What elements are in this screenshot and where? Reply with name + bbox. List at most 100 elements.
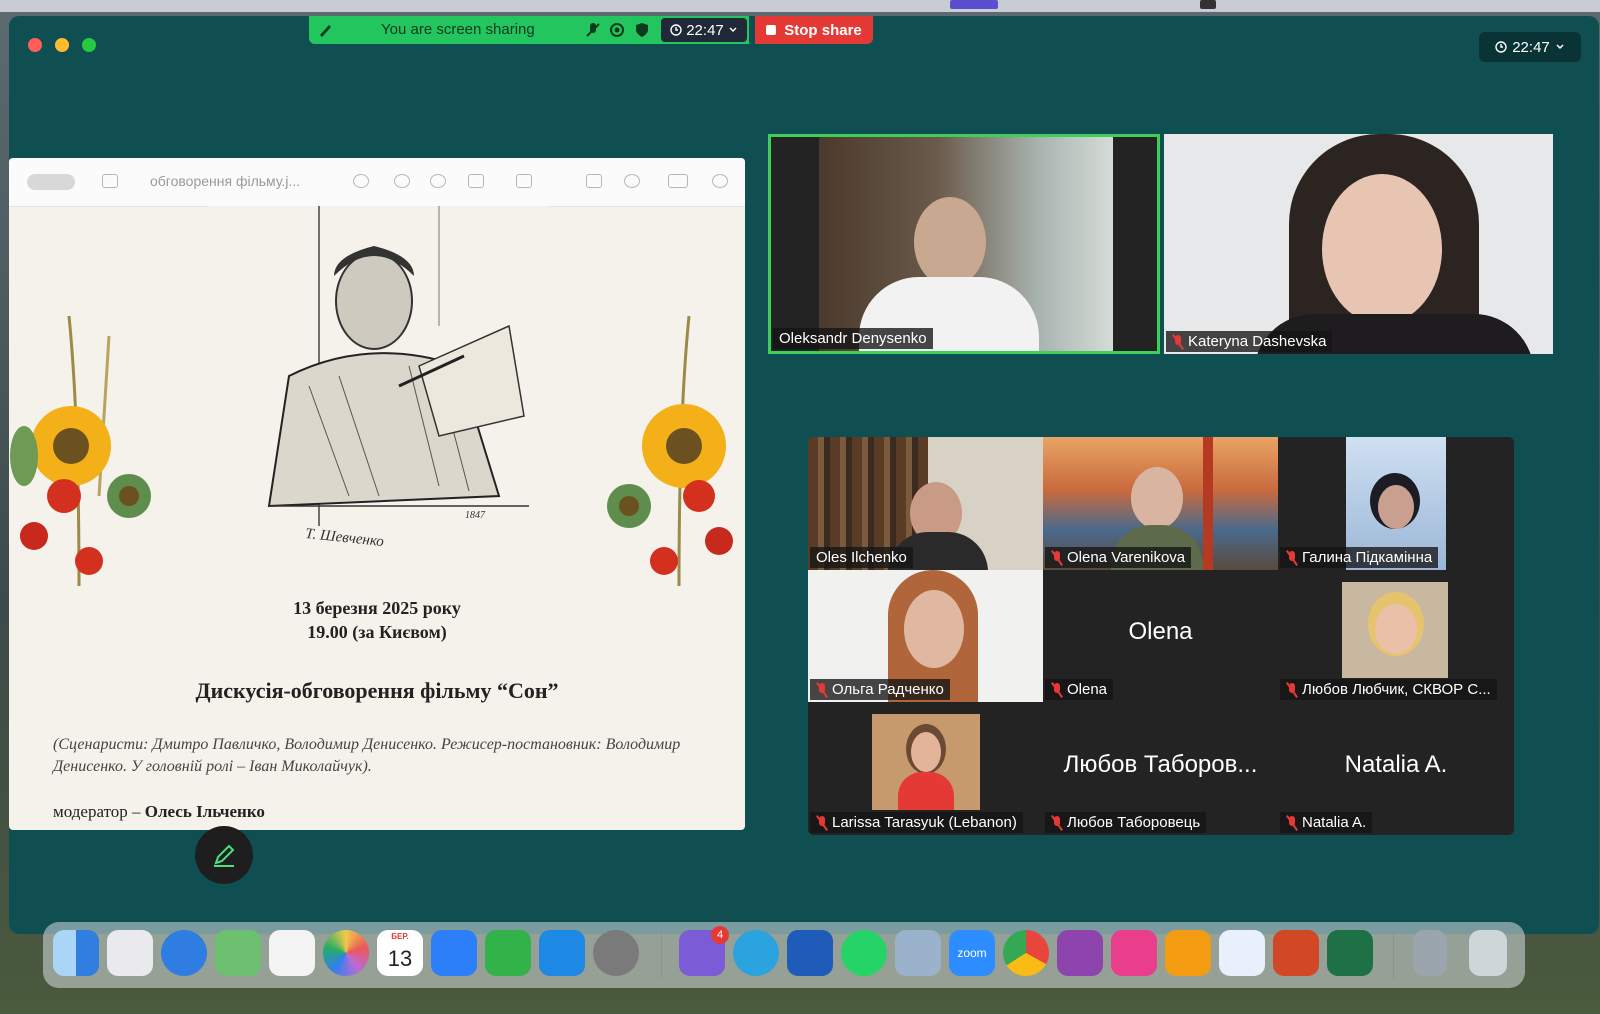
muted-mic-icon[interactable] (585, 22, 601, 38)
participant-face (1378, 485, 1414, 529)
numbers-icon[interactable] (485, 930, 531, 976)
sharing-status[interactable]: You are screen sharing 22:47 (309, 16, 749, 44)
participant-clothes (898, 772, 954, 810)
muted-mic-icon (1051, 550, 1063, 565)
launchpad-icon[interactable] (107, 930, 153, 976)
rotate-icon[interactable] (586, 174, 602, 188)
participant-face (911, 732, 941, 772)
video-feed (819, 137, 1113, 351)
word-icon[interactable] (787, 930, 833, 976)
stop-icon (766, 25, 777, 35)
annotate-icon[interactable] (624, 174, 640, 188)
maps-icon[interactable] (215, 930, 261, 976)
safari-icon[interactable] (161, 930, 207, 976)
participant-name: Ольга Радченко (832, 681, 944, 698)
trash-icon[interactable] (1469, 930, 1507, 976)
menubar-app-icon[interactable] (950, 0, 998, 9)
gallery-tile[interactable]: Larissa Tarasyuk (Lebanon) (808, 702, 1043, 835)
keynote-icon[interactable] (431, 930, 477, 976)
whatsapp-icon[interactable] (841, 930, 887, 976)
participant-name: Larissa Tarasyuk (Lebanon) (832, 814, 1017, 831)
meeting-timer-text: 22:47 (686, 21, 724, 39)
zoom-in-icon[interactable] (430, 174, 446, 188)
video-feed (872, 714, 980, 810)
participant-name: Любов Таборовець (1067, 814, 1201, 831)
muted-mic-icon (1051, 682, 1063, 697)
info-icon[interactable] (353, 174, 369, 188)
calendar-day: 13 (387, 946, 413, 971)
gallery-tile[interactable]: Natalia A. Natalia A. (1278, 702, 1514, 835)
downloads-stack-icon[interactable] (1413, 930, 1447, 976)
shared-document-window: обговорення фільму.j... Т. Шевченко 1847… (9, 158, 745, 830)
grab-handle-icon[interactable] (317, 22, 333, 38)
participant-name-tag: Oleksandr Denysenko (773, 328, 933, 349)
kanji-icon[interactable] (1111, 930, 1157, 976)
menu-bar (0, 0, 1600, 12)
participant-name: Oles Ilchenko (816, 549, 907, 566)
telegram-icon[interactable] (733, 930, 779, 976)
sync-icon[interactable] (1219, 930, 1265, 976)
zoom-window-button[interactable] (82, 38, 96, 52)
participant-name: Oleksandr Denysenko (779, 330, 927, 347)
calendar-month: БЕР. (391, 932, 409, 941)
gallery-tile[interactable]: Галина Підкамінна (1278, 437, 1514, 570)
gallery-tile[interactable]: Любов Таборов... Любов Таборовець (1043, 702, 1278, 835)
finder-icon[interactable] (53, 930, 99, 976)
form-fill-icon[interactable] (668, 174, 688, 188)
app-store-icon[interactable] (539, 930, 585, 976)
film-credits: (Сценаристи: Дмитро Павличко, Володимир … (53, 736, 681, 775)
participant-face (1131, 467, 1183, 529)
djvu-icon[interactable] (1057, 930, 1103, 976)
muted-mic-icon (816, 682, 828, 697)
search-icon[interactable] (712, 174, 728, 188)
gallery-tile[interactable]: Olena Olena (1043, 570, 1278, 702)
speaker-tile-kateryna[interactable]: Kateryna Dashevska (1164, 134, 1553, 354)
muted-mic-icon (1286, 550, 1298, 565)
participant-name-tag: Kateryna Dashevska (1166, 331, 1333, 352)
system-settings-icon[interactable] (593, 930, 639, 976)
freeform-icon[interactable] (269, 930, 315, 976)
pencil-icon (214, 844, 235, 867)
powerpoint-icon[interactable] (1273, 930, 1319, 976)
calendar-icon[interactable]: БЕР. 13 (377, 930, 423, 976)
screen-sharing-bar: You are screen sharing 22:47 Stop share (309, 16, 873, 44)
moderator-name: Олесь Ільченко (144, 802, 265, 821)
window-clock[interactable]: 22:47 (1479, 32, 1581, 62)
chrome-icon[interactable] (1003, 930, 1049, 976)
gallery-tile[interactable]: Любов Любчик, СКВОР С... (1278, 570, 1514, 702)
stop-share-button[interactable]: Stop share (755, 16, 873, 44)
speaker-tile-oleksandr[interactable]: Oleksandr Denysenko (768, 134, 1160, 354)
meeting-timer[interactable]: 22:47 (661, 18, 747, 42)
gallery-tile[interactable]: Olena Varenikova (1043, 437, 1278, 570)
gallery-tile[interactable]: Oles Ilchenko (808, 437, 1043, 570)
macos-dock: БЕР. 13 4 zoom (43, 922, 1525, 988)
zoom-icon[interactable]: zoom (949, 930, 995, 976)
view-toggle-button[interactable] (27, 174, 75, 190)
participant-name-tag: Галина Підкамінна (1280, 547, 1439, 568)
moderator-line: модератор – Олесь Ільченко (53, 802, 265, 822)
viber-icon[interactable]: 4 (679, 926, 729, 976)
stop-share-label: Stop share (784, 21, 862, 39)
annotate-button[interactable] (195, 826, 253, 884)
excel-icon[interactable] (1327, 930, 1373, 976)
participant-name-tag: Natalia A. (1280, 812, 1373, 833)
participant-face (1322, 174, 1442, 324)
dock-divider (661, 932, 662, 978)
gallery-tile[interactable]: Ольга Радченко (808, 570, 1043, 702)
zoom-out-icon[interactable] (394, 174, 410, 188)
books-icon[interactable] (1165, 930, 1211, 976)
share-icon[interactable] (468, 174, 484, 188)
markup-pen-icon[interactable] (516, 174, 532, 188)
menubar-status-icon[interactable] (1200, 0, 1216, 9)
preview-icon[interactable] (895, 930, 941, 976)
minimize-window-button[interactable] (55, 38, 69, 52)
muted-mic-icon (1286, 815, 1298, 830)
close-window-button[interactable] (28, 38, 42, 52)
security-shield-icon[interactable] (634, 22, 650, 38)
recording-indicator-icon[interactable] (609, 22, 625, 38)
zoom-label: zoom (957, 946, 987, 960)
muted-mic-icon (1286, 682, 1298, 697)
participant-name-tag: Любов Любчик, СКВОР С... (1280, 679, 1497, 700)
photos-icon[interactable] (323, 930, 369, 976)
sidebar-icon[interactable] (102, 174, 118, 188)
